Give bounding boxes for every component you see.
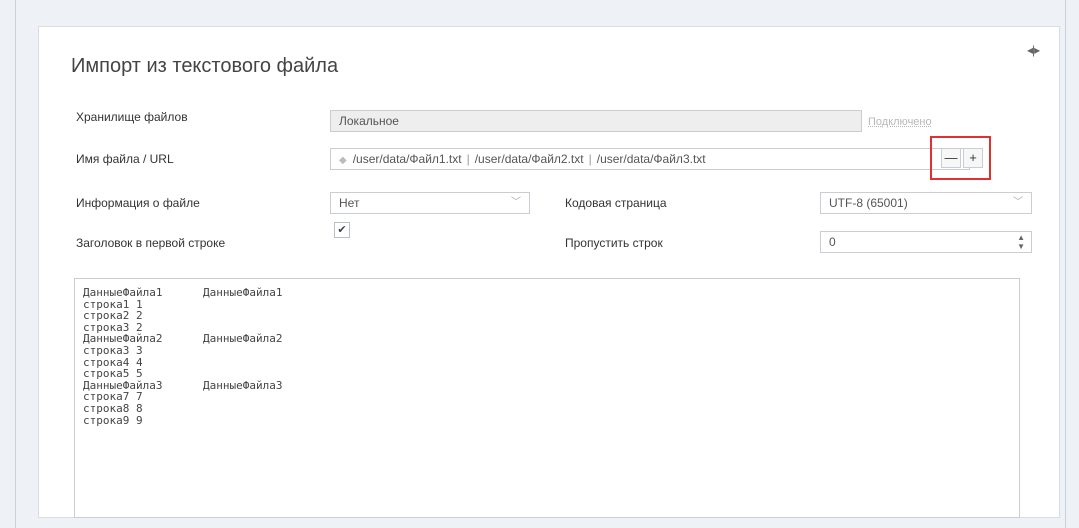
skip-rows-label: Пропустить строк	[565, 236, 663, 250]
preview-row: строка4 4	[83, 356, 1011, 369]
stepper-arrows-icon[interactable]: ▲ ▼	[1017, 233, 1025, 251]
dialog-title: Импорт из текстового файла	[71, 55, 339, 77]
header-row-checkbox[interactable]: ✔	[334, 222, 350, 238]
preview-text-area[interactable]: ДанныеФайла1 ДанныеФайла1 строка1 1 строка2…	[74, 278, 1020, 518]
file-info-label: Информация о файле	[76, 196, 200, 210]
preview-row: строка7 7	[83, 391, 1011, 403]
preview-cell: строка8 8	[83, 401, 143, 415]
storage-label: Хранилище файлов	[76, 110, 188, 124]
preview-cell: строка9 9	[83, 413, 143, 427]
preview-cell: ДанныеФайла2	[203, 332, 283, 346]
file-path: /user/data/Файл2.txt	[474, 152, 584, 166]
preview-row: ДанныеФайла3 ДанныеФайла3	[83, 378, 1011, 392]
preview-cell: строка3 3	[83, 343, 143, 357]
preview-row: ДанныеФайла2 ДанныеФайла2	[83, 333, 1011, 345]
preview-cell: ДанныеФайла1	[83, 286, 163, 299]
codepage-label: Кодовая страница	[565, 196, 667, 210]
path-separator: |	[466, 152, 470, 166]
remove-file-button[interactable]: —	[941, 148, 961, 168]
file-buttons-highlight: — +	[930, 136, 991, 180]
preview-row: ДанныеФайла1 ДанныеФайла1	[83, 287, 1011, 299]
filename-label: Имя файла / URL	[76, 152, 174, 166]
add-file-button[interactable]: +	[963, 148, 983, 168]
chevron-down-icon: ﹀	[1013, 197, 1023, 208]
skip-rows-stepper[interactable]: 0 ▲ ▼	[820, 231, 1032, 253]
header-row-label: Заголовок в первой строке	[76, 236, 226, 250]
preview-cell: ДанныеФайла1	[203, 286, 283, 299]
preview-row: строка2 2	[83, 310, 1011, 322]
collapse-panel-icon[interactable]: ◂|▸	[1027, 43, 1040, 57]
file-path: /user/data/Файл1.txt	[352, 152, 462, 166]
path-separator: |	[588, 152, 592, 166]
preview-cell: ДанныеФайла3	[203, 378, 283, 392]
pin-icon: ◆	[339, 155, 347, 166]
connected-link: Подключено	[868, 116, 932, 128]
chevron-down-icon: ﹀	[511, 197, 521, 208]
codepage-select[interactable]: UTF-8 (65001) ﹀	[820, 192, 1032, 214]
preview-row: строка3 3	[83, 345, 1011, 357]
skip-rows-value: 0	[829, 235, 836, 249]
preview-row: строка1 1	[83, 298, 1011, 311]
preview-row: строка8 8	[83, 403, 1011, 415]
preview-row: строка9 9	[83, 413, 1011, 427]
file-path: /user/data/Файл3.txt	[596, 152, 706, 166]
file-info-value: Нет	[339, 196, 360, 210]
filename-input[interactable]: ◆ /user/data/Файл1.txt | /user/data/Файл2.t…	[330, 148, 970, 170]
file-info-select[interactable]: Нет ﹀	[330, 192, 530, 214]
codepage-value: UTF-8 (65001)	[829, 196, 908, 210]
preview-cell: строка5 5	[83, 367, 143, 381]
storage-field: Локальное	[330, 110, 862, 132]
